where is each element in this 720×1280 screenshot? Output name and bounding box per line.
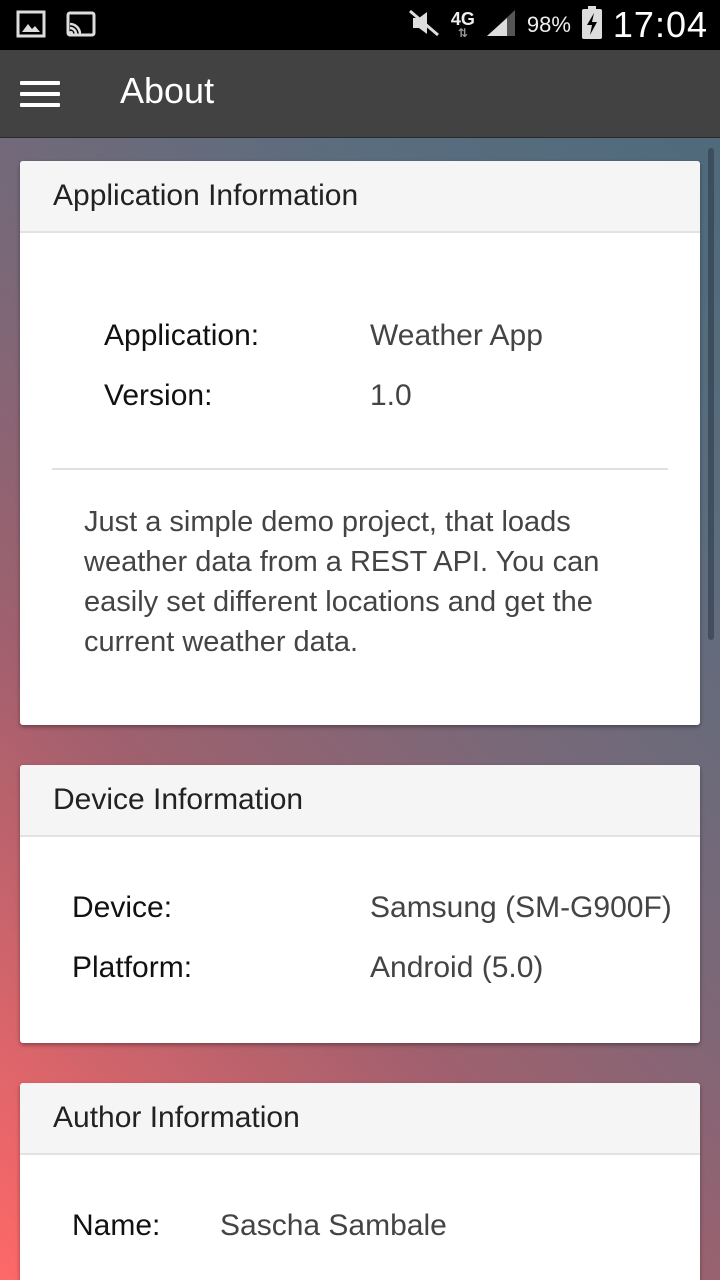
- scrollbar[interactable]: [708, 148, 714, 640]
- name-value: Sascha Sambale: [220, 1209, 447, 1242]
- card-header-application: Application Information: [20, 161, 700, 233]
- device-info-card: Device Information Device: Samsung (SM-G…: [20, 765, 700, 1043]
- application-value: Weather App: [370, 319, 543, 352]
- version-label: Version:: [104, 379, 213, 412]
- signal-icon: [485, 8, 517, 43]
- status-bar-right: 4G ⇅ 98% 17:04: [407, 4, 708, 46]
- platform-label: Platform:: [72, 951, 193, 984]
- card-header-device: Device Information: [20, 765, 700, 837]
- gallery-icon: [16, 10, 46, 43]
- status-bar-left: [16, 10, 96, 43]
- data-arrows-icon: ⇅: [457, 26, 468, 40]
- network-indicator: 4G ⇅: [450, 9, 475, 40]
- hamburger-menu-icon[interactable]: [16, 72, 64, 116]
- divider: [52, 468, 668, 470]
- status-bar: 4G ⇅ 98% 17:04: [0, 0, 720, 50]
- platform-value: Android (5.0): [370, 951, 544, 984]
- device-value: Samsung (SM-G900F): [370, 891, 672, 924]
- device-label: Device:: [72, 891, 173, 924]
- application-row: Application: Weather App: [20, 319, 700, 359]
- card-header-author: Author Information: [20, 1083, 700, 1155]
- version-value: 1.0: [370, 379, 412, 412]
- clock: 17:04: [612, 4, 708, 45]
- content-area[interactable]: Application Information Application: Wea…: [0, 138, 720, 1280]
- mute-icon: [407, 8, 441, 43]
- cast-icon: [66, 10, 96, 43]
- page-title: About: [120, 70, 215, 111]
- battery-charging-icon: [581, 5, 603, 45]
- application-label: Application:: [104, 319, 260, 352]
- app-description: Just a simple demo project, that loads w…: [84, 506, 600, 658]
- application-info-card: Application Information Application: Wea…: [20, 161, 700, 725]
- author-info-card: Author Information Name: Sascha Sambale: [20, 1083, 700, 1280]
- app-bar: About: [0, 50, 720, 138]
- version-row: Version: 1.0: [20, 379, 700, 419]
- network-type: 4G: [450, 9, 475, 29]
- platform-row: Platform: Android (5.0): [20, 951, 700, 991]
- battery-percent: 98%: [526, 12, 571, 37]
- name-row: Name: Sascha Sambale: [20, 1209, 700, 1249]
- name-label: Name:: [72, 1209, 161, 1242]
- device-row: Device: Samsung (SM-G900F): [20, 891, 700, 931]
